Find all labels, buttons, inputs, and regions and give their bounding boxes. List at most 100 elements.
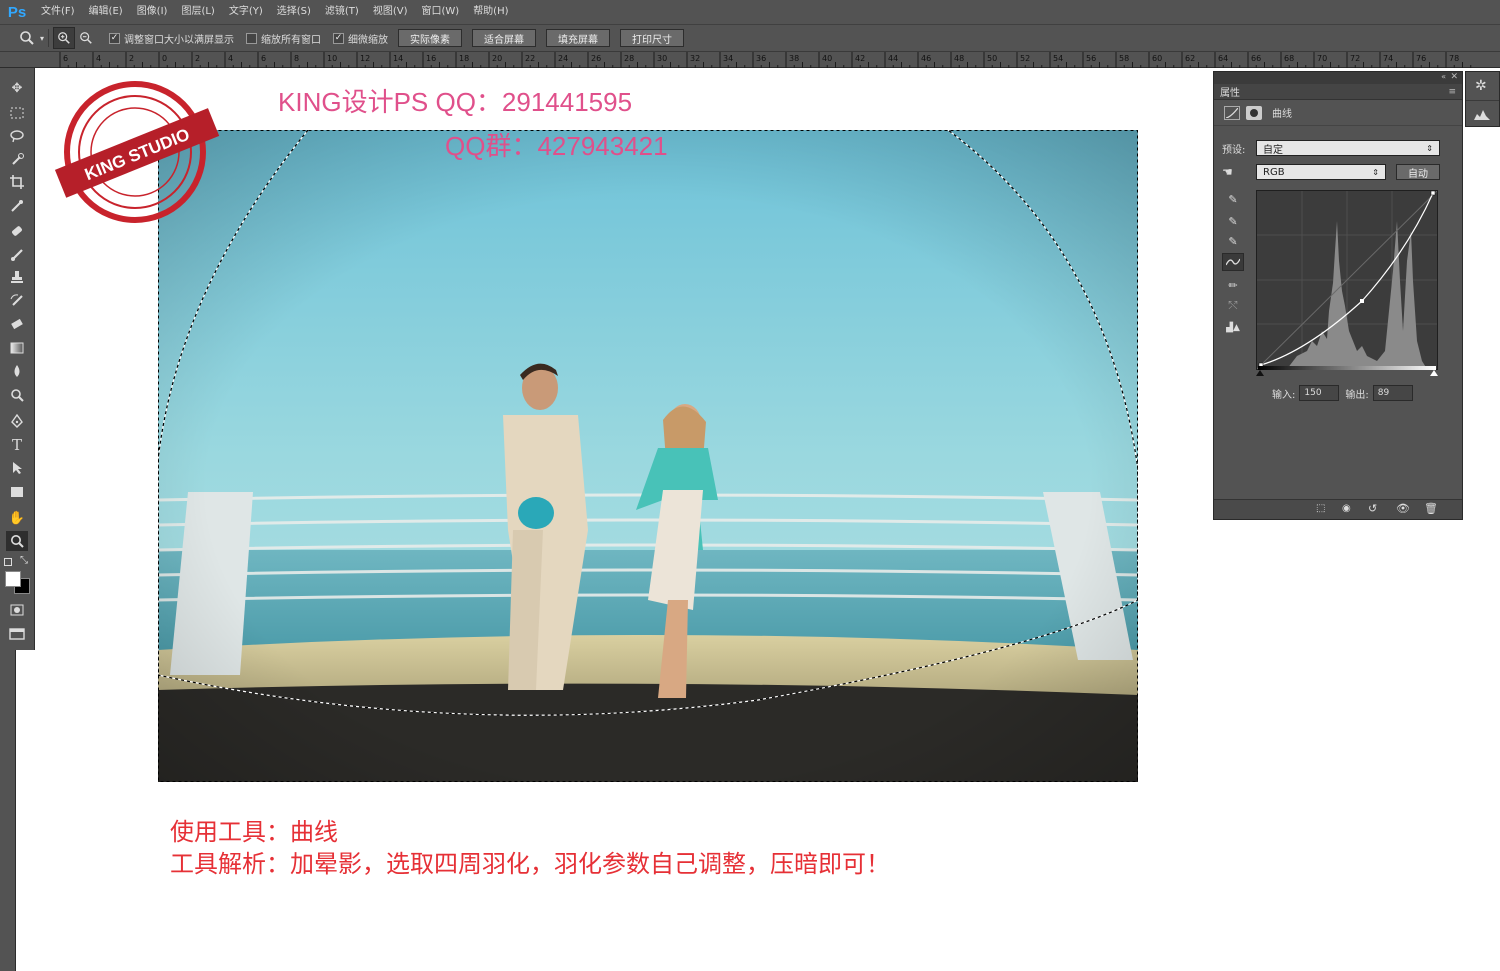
screen-mode-icon[interactable] xyxy=(6,624,28,644)
path-selection-tool-icon[interactable] xyxy=(6,458,28,478)
menu-filter[interactable]: 滤镜(T) xyxy=(318,0,366,24)
quick-select-tool-icon[interactable] xyxy=(6,149,28,169)
output-field[interactable]: 89 xyxy=(1372,385,1413,401)
input-field[interactable]: 150 xyxy=(1299,385,1340,401)
white-point-slider[interactable] xyxy=(1430,370,1438,376)
zoom-all-checkbox[interactable]: 缩放所有窗口 xyxy=(246,31,321,46)
default-colors-icon[interactable] xyxy=(4,558,12,566)
menu-layer[interactable]: 图层(L) xyxy=(174,0,221,24)
navigator-panel-icon[interactable]: ✲ xyxy=(1475,78,1487,94)
fit-screen-button[interactable]: 适合屏幕 xyxy=(472,29,537,47)
view-previous-icon[interactable]: ◉ xyxy=(1342,503,1351,514)
watermark-contact: KING设计PS QQ：291441595 xyxy=(278,87,633,117)
move-tool-icon[interactable]: ✥ xyxy=(6,78,28,98)
zoom-tool-preset-icon[interactable] xyxy=(16,27,38,49)
menu-select[interactable]: 选择(S) xyxy=(270,0,318,24)
close-icon[interactable]: ✕ xyxy=(1450,72,1458,82)
eraser-tool-icon[interactable] xyxy=(6,314,28,334)
menu-image[interactable]: 图像(I) xyxy=(130,0,175,24)
updown-icon: ⇕ xyxy=(1426,143,1433,153)
menu-help[interactable]: 帮助(H) xyxy=(466,0,515,24)
vertical-ruler[interactable] xyxy=(0,650,16,971)
on-image-adjust-icon[interactable]: ☚ xyxy=(1222,165,1256,179)
clip-to-layer-icon[interactable]: ⬚ xyxy=(1316,503,1325,514)
input-output-row: 输入: 150 输出: 89 xyxy=(1272,385,1413,401)
edit-points-curve-icon[interactable] xyxy=(1222,253,1244,271)
actual-pixels-button[interactable]: 实际像素 xyxy=(398,29,463,47)
swap-colors-icon[interactable]: ⤡ xyxy=(20,555,28,566)
zoom-out-icon[interactable] xyxy=(75,27,97,49)
ruler-label: 70 xyxy=(1317,54,1327,63)
history-brush-tool-icon[interactable] xyxy=(6,290,28,310)
ruler-label: 42 xyxy=(855,54,865,63)
menu-view[interactable]: 视图(V) xyxy=(366,0,415,24)
curves-header: 曲线 xyxy=(1214,100,1462,126)
checkbox-box xyxy=(246,32,258,44)
type-tool-icon[interactable]: T xyxy=(6,435,28,455)
menu-edit[interactable]: 编辑(E) xyxy=(82,0,130,24)
menu-window[interactable]: 窗口(W) xyxy=(414,0,466,24)
eyedropper-tool-icon[interactable] xyxy=(6,196,28,216)
healing-brush-tool-icon[interactable] xyxy=(6,221,28,241)
foreground-color-swatch[interactable] xyxy=(5,571,21,587)
ruler-label: 12 xyxy=(360,54,370,63)
curves-graph[interactable] xyxy=(1256,190,1438,370)
ruler-label: 24 xyxy=(558,54,568,63)
resize-windows-checkbox[interactable]: ✓ 调整窗口大小以满屏显示 xyxy=(109,31,234,46)
sample-gray-eyedropper-icon[interactable]: ✎ xyxy=(1222,212,1244,230)
clipping-warning-icon[interactable]: ▟▲ xyxy=(1222,319,1244,337)
ruler-label: 62 xyxy=(1185,54,1195,63)
trash-icon[interactable]: 🗑 xyxy=(1424,502,1438,515)
ruler-label: 28 xyxy=(624,54,634,63)
quick-mask-icon[interactable] xyxy=(6,600,28,620)
zoom-in-icon[interactable] xyxy=(53,27,76,49)
panel-menu-icon[interactable]: ≡ xyxy=(1448,87,1456,97)
menu-type[interactable]: 文字(Y) xyxy=(222,0,270,24)
ruler-label: 10 xyxy=(327,54,337,63)
fill-screen-button[interactable]: 填充屏幕 xyxy=(546,29,611,47)
clone-stamp-tool-icon[interactable] xyxy=(6,267,28,287)
smooth-curve-icon[interactable]: ⤲ xyxy=(1222,297,1244,315)
preset-select[interactable]: 自定 ⇕ xyxy=(1256,140,1440,156)
output-label: 输出: xyxy=(1345,389,1369,401)
crop-tool-icon[interactable] xyxy=(6,172,28,192)
channel-value: RGB xyxy=(1263,166,1285,178)
scrubby-zoom-checkbox[interactable]: ✓ 细微缩放 xyxy=(333,31,388,46)
reset-icon[interactable]: ↺ xyxy=(1368,502,1377,515)
rectangle-tool-icon[interactable] xyxy=(6,482,28,502)
curves-adjustment-icon[interactable] xyxy=(1224,105,1240,120)
preset-value: 自定 xyxy=(1263,144,1283,156)
lasso-tool-icon[interactable] xyxy=(6,126,28,146)
sample-white-eyedropper-icon[interactable]: ✎ xyxy=(1222,232,1244,250)
menu-file[interactable]: 文件(F) xyxy=(34,0,82,24)
channel-select[interactable]: RGB ⇕ xyxy=(1256,164,1386,180)
auto-button[interactable]: 自动 xyxy=(1396,164,1440,180)
ruler-label: 36 xyxy=(756,54,766,63)
panel-titlebar[interactable]: « ✕ xyxy=(1214,72,1462,84)
tab-properties-label: 属性 xyxy=(1220,88,1240,99)
mask-icon[interactable] xyxy=(1246,105,1262,120)
black-point-slider[interactable] xyxy=(1256,370,1264,376)
preset-row: 预设: 自定 ⇕ xyxy=(1222,140,1440,156)
collapse-icon[interactable]: « xyxy=(1441,72,1446,81)
histogram-panel-icon[interactable] xyxy=(1474,105,1490,124)
ruler-label: 6 xyxy=(261,54,266,63)
scrubby-zoom-label: 细微缩放 xyxy=(348,34,389,46)
marquee-tool-icon[interactable] xyxy=(6,103,28,123)
chevron-down-icon[interactable]: ▾ xyxy=(40,34,44,43)
hand-tool-icon[interactable]: ✋ xyxy=(6,508,28,528)
gradient-tool-icon[interactable] xyxy=(6,338,28,358)
brush-tool-icon[interactable] xyxy=(6,244,28,264)
separator xyxy=(1466,100,1499,101)
pen-tool-icon[interactable] xyxy=(6,411,28,431)
dodge-tool-icon[interactable] xyxy=(6,385,28,405)
visibility-eye-icon[interactable]: 👁 xyxy=(1396,502,1410,515)
zoom-tool-icon[interactable] xyxy=(6,531,28,551)
tab-properties[interactable]: 属性 ≡ xyxy=(1214,84,1462,100)
blur-tool-icon[interactable] xyxy=(6,361,28,381)
horizontal-ruler[interactable]: 6 4 2 0 2 4 6 8 10 12 14 16 18 20 22 24 26 28 30 32 34 36 38 40… xyxy=(0,52,1500,68)
draw-curve-pencil-icon[interactable]: ✏ xyxy=(1222,276,1244,294)
ruler-label: 14 xyxy=(393,54,403,63)
print-size-button[interactable]: 打印尺寸 xyxy=(620,29,685,47)
sample-black-eyedropper-icon[interactable]: ✎ xyxy=(1222,190,1244,208)
